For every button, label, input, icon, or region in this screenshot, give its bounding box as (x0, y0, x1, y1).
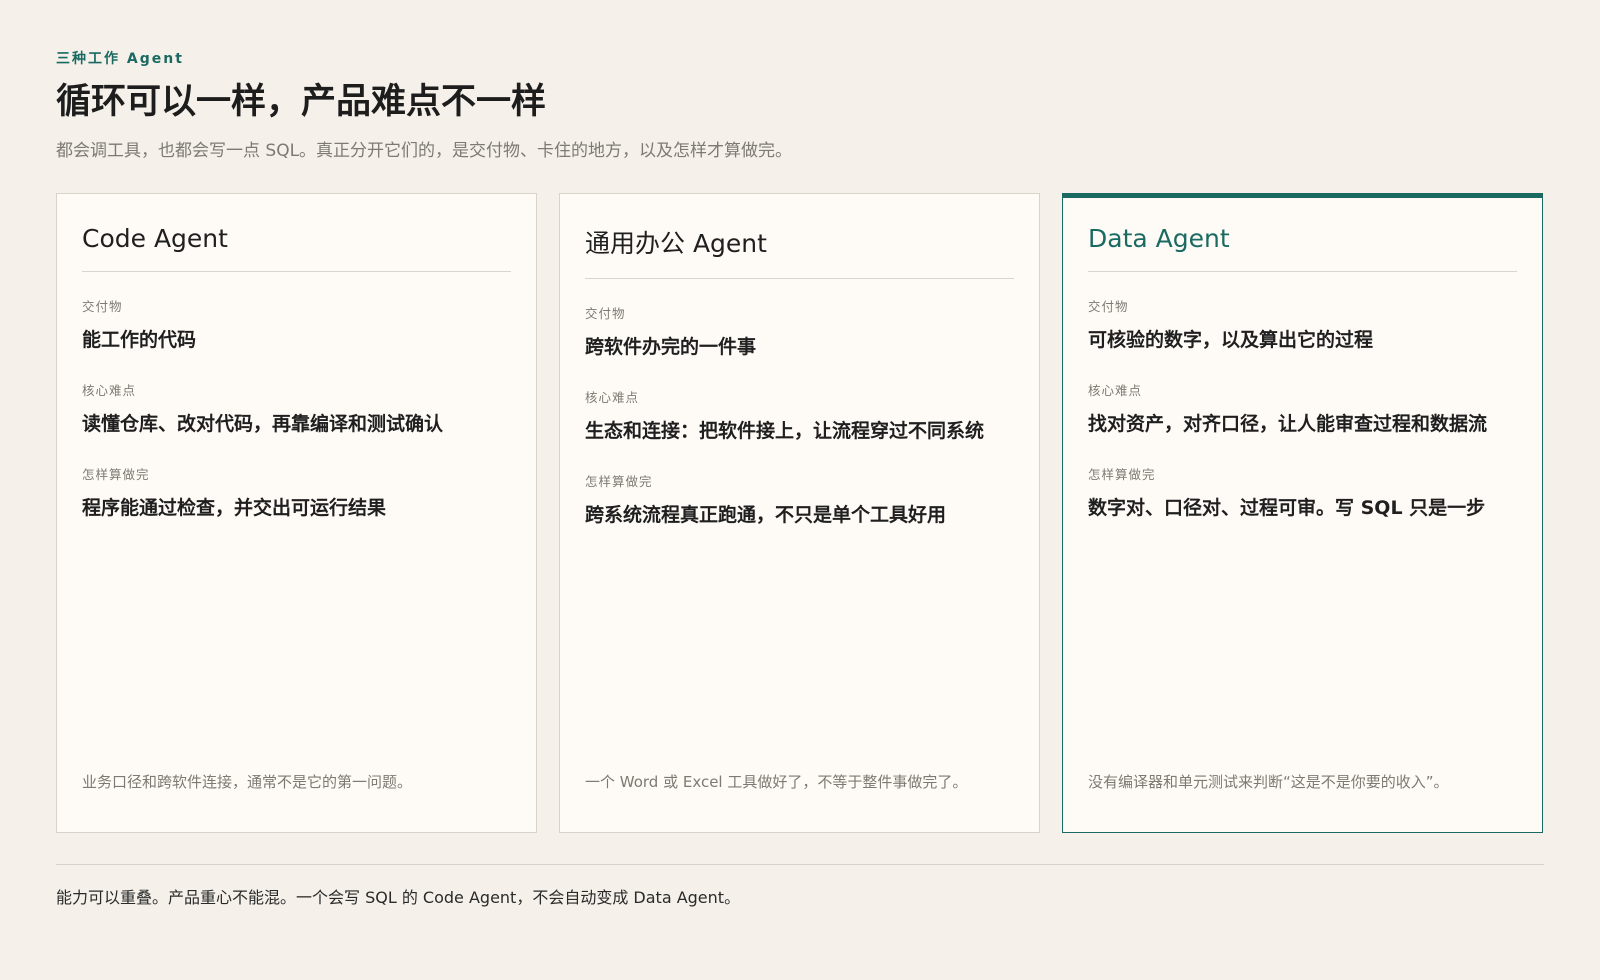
difficulty-label: 核心难点 (585, 390, 640, 406)
card-code-agent: Code Agent 交付物 能工作的代码 核心难点 读懂仓库、改对代码，再靠编… (56, 193, 537, 834)
card-note: 业务口径和跨软件连接，通常不是它的第一问题。 (82, 773, 413, 792)
done-label: 怎样算做完 (585, 474, 653, 490)
done-value: 跨系统流程真正跑通，不只是单个工具好用 (585, 504, 947, 527)
deliverable-label: 交付物 (1088, 299, 1129, 315)
deliverable-label: 交付物 (585, 306, 626, 322)
card-title: Data Agent (1088, 224, 1517, 273)
difficulty-value: 找对资产，对齐口径，让人能审查过程和数据流 (1088, 413, 1488, 436)
deliverable-label: 交付物 (82, 299, 123, 315)
deliverable-value: 能工作的代码 (82, 329, 197, 352)
done-value: 程序能通过检查，并交出可运行结果 (82, 497, 387, 520)
card-data-agent: Data Agent 交付物 可核验的数字，以及算出它的过程 核心难点 找对资产… (1062, 193, 1543, 834)
deliverable-value: 可核验的数字，以及算出它的过程 (1088, 329, 1374, 352)
difficulty-value: 生态和连接：把软件接上，让流程穿过不同系统 (585, 420, 985, 443)
card-note: 一个 Word 或 Excel 工具做好了，不等于整件事做完了。 (585, 773, 968, 792)
difficulty-label: 核心难点 (1088, 383, 1143, 399)
footer-note: 能力可以重叠。产品重心不能混。一个会写 SQL 的 Code Agent，不会自… (56, 888, 741, 907)
card-title: 通用办公 Agent (585, 224, 1014, 280)
card-title: Code Agent (82, 224, 511, 273)
deliverable-value: 跨软件办完的一件事 (585, 336, 757, 359)
difficulty-value: 读懂仓库、改对代码，再靠编译和测试确认 (82, 413, 444, 436)
done-label: 怎样算做完 (1088, 467, 1156, 483)
page-subtitle: 都会调工具，也都会写一点 SQL。真正分开它们的，是交付物、卡住的地方，以及怎样… (56, 141, 793, 162)
section-kicker: 三种工作 Agent (56, 51, 184, 67)
card-office-agent: 通用办公 Agent 交付物 跨软件办完的一件事 核心难点 生态和连接：把软件接… (559, 193, 1040, 834)
footer-divider (56, 864, 1544, 865)
done-value: 数字对、口径对、过程可审。写 SQL 只是一步 (1088, 497, 1486, 520)
done-label: 怎样算做完 (82, 467, 150, 483)
page: 三种工作 Agent 循环可以一样，产品难点不一样 都会调工具，也都会写一点 S… (0, 0, 1600, 980)
difficulty-label: 核心难点 (82, 383, 137, 399)
page-title: 循环可以一样，产品难点不一样 (56, 82, 547, 122)
card-note: 没有编译器和单元测试来判断“这是不是你要的收入”。 (1088, 773, 1449, 792)
agent-cards: Code Agent 交付物 能工作的代码 核心难点 读懂仓库、改对代码，再靠编… (56, 193, 1544, 834)
